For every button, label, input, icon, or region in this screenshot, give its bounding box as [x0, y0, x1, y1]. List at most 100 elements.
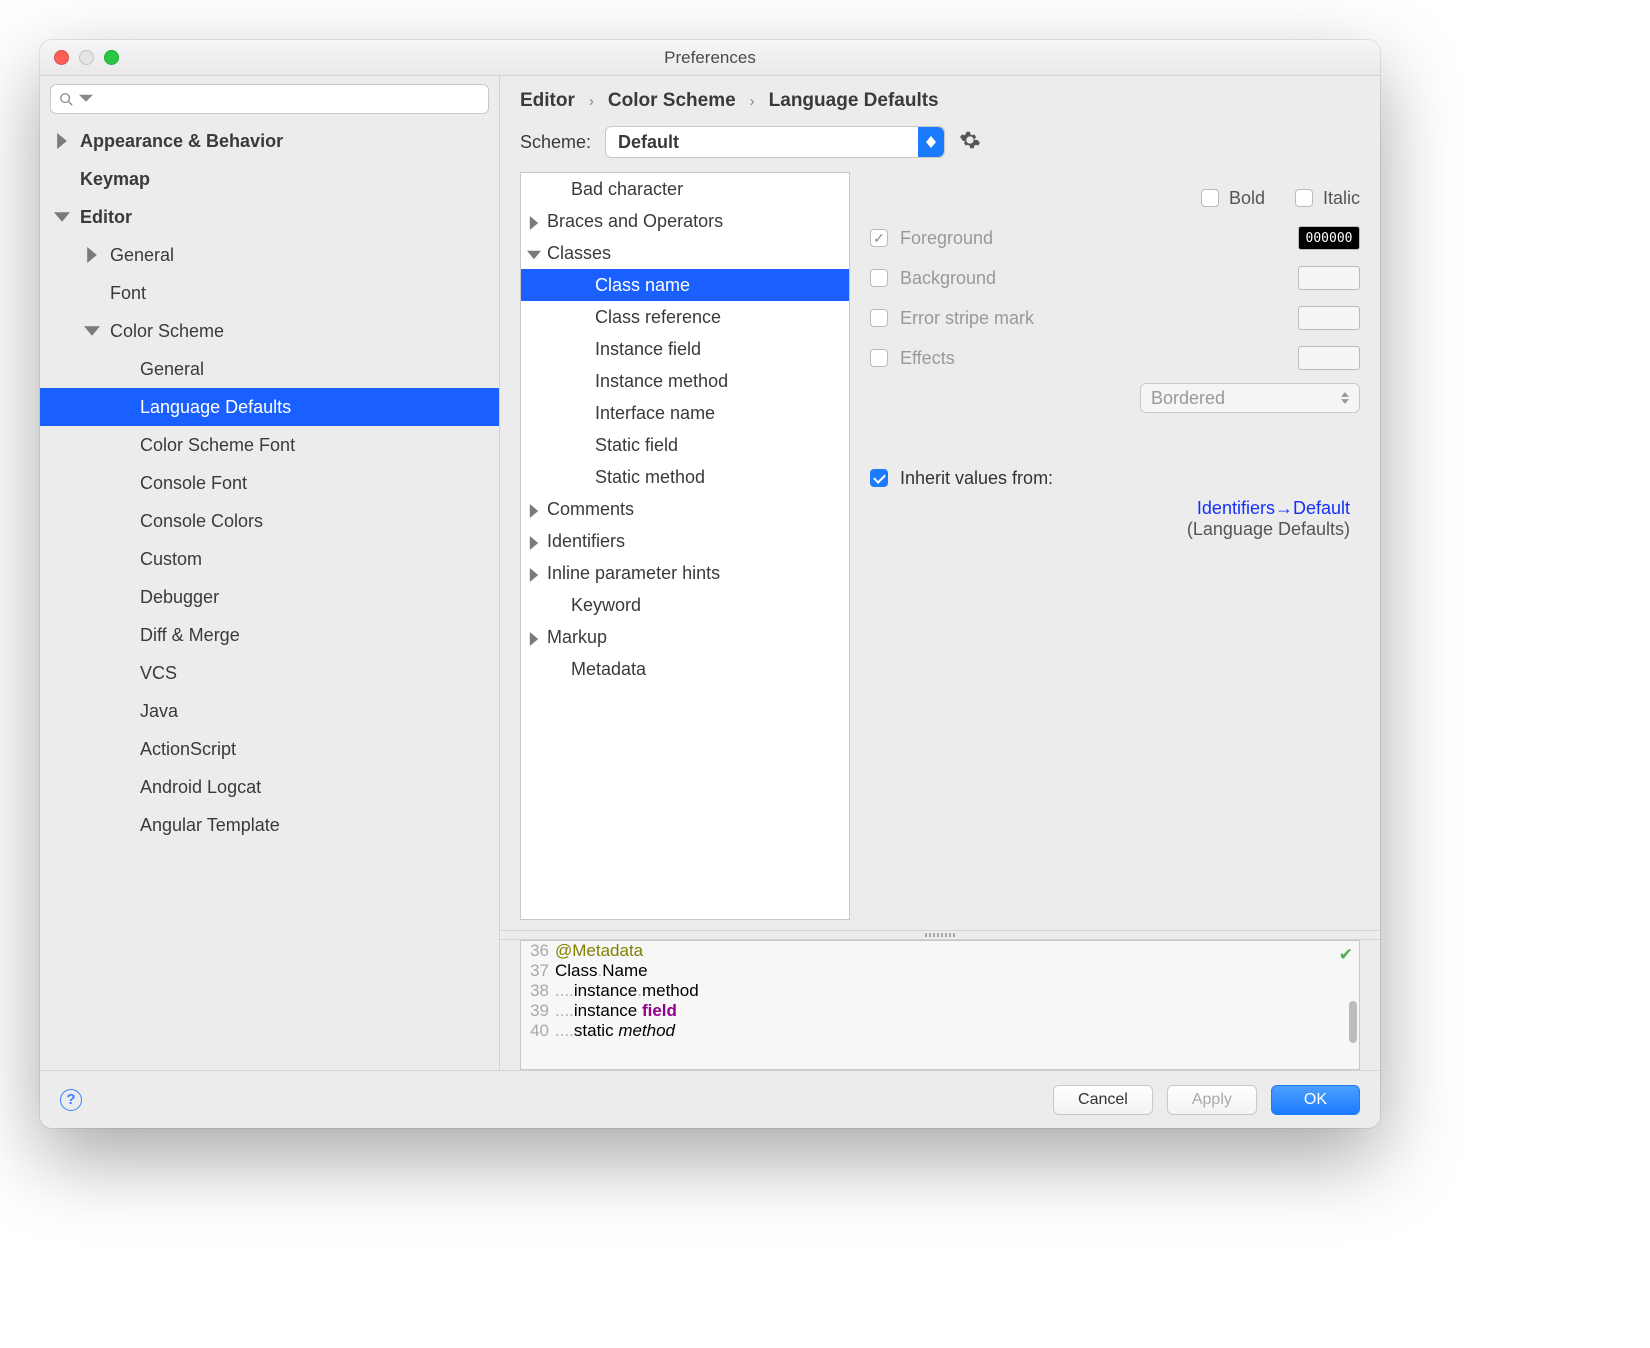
- chevron-right-icon: ›: [750, 93, 755, 110]
- attribute-item-label: Static field: [595, 435, 678, 456]
- minimize-icon[interactable]: [79, 50, 94, 65]
- attribute-item[interactable]: Bad character: [521, 173, 849, 205]
- sidebar-item[interactable]: Color Scheme: [40, 312, 499, 350]
- inherit-checkbox[interactable]: [870, 469, 888, 487]
- sidebar-item-label: Color Scheme Font: [140, 435, 295, 456]
- scheme-select[interactable]: Default: [605, 126, 945, 158]
- updown-icon: [1341, 392, 1349, 404]
- sidebar-item-label: Debugger: [140, 587, 219, 608]
- sidebar-item[interactable]: General: [40, 236, 499, 274]
- code-segment: Class: [555, 961, 598, 981]
- sidebar-item[interactable]: Android Logcat: [40, 768, 499, 806]
- foreground-checkbox[interactable]: [870, 229, 888, 247]
- spacer: [114, 361, 130, 377]
- disclosure-down-icon: [84, 323, 100, 339]
- inherit-link[interactable]: Identifiers→Default: [870, 498, 1360, 519]
- attribute-item[interactable]: Braces and Operators: [521, 205, 849, 237]
- attribute-item-label: Metadata: [571, 659, 646, 680]
- chevron-down-icon: [79, 92, 93, 106]
- sidebar-item[interactable]: General: [40, 350, 499, 388]
- foreground-swatch[interactable]: 000000: [1298, 226, 1360, 250]
- disclosure-right-icon: [527, 534, 541, 548]
- spacer: [114, 437, 130, 453]
- attribute-item-label: Bad character: [571, 179, 683, 200]
- code-segment: ....: [555, 981, 574, 1001]
- gear-icon[interactable]: [959, 129, 981, 156]
- attribute-item[interactable]: Class reference: [521, 301, 849, 333]
- sidebar-item[interactable]: Java: [40, 692, 499, 730]
- sidebar-item[interactable]: Appearance & Behavior: [40, 122, 499, 160]
- ok-button[interactable]: OK: [1271, 1085, 1360, 1115]
- attribute-item[interactable]: Instance method: [521, 365, 849, 397]
- attribute-item[interactable]: Markup: [521, 621, 849, 653]
- spacer: [114, 475, 130, 491]
- sidebar-item-label: Keymap: [80, 169, 150, 190]
- help-button[interactable]: ?: [60, 1089, 82, 1111]
- sidebar-item[interactable]: VCS: [40, 654, 499, 692]
- italic-checkbox[interactable]: [1295, 189, 1313, 207]
- sidebar-item-label: Android Logcat: [140, 777, 261, 798]
- errorstripe-swatch[interactable]: [1298, 306, 1360, 330]
- sidebar-item[interactable]: Diff & Merge: [40, 616, 499, 654]
- zoom-icon[interactable]: [104, 50, 119, 65]
- attribute-item[interactable]: Static field: [521, 429, 849, 461]
- scheme-value: Default: [606, 132, 691, 153]
- effects-type-select[interactable]: Bordered: [1140, 383, 1360, 413]
- attribute-item-label: Interface name: [595, 403, 715, 424]
- code-segment: static: [574, 1021, 618, 1041]
- effects-swatch[interactable]: [1298, 346, 1360, 370]
- attribute-item-label: Instance field: [595, 339, 701, 360]
- errorstripe-label: Error stripe mark: [900, 308, 1034, 329]
- preview-editor: ✔ 36@Metadata37Class.Name38....instance.…: [520, 940, 1360, 1070]
- cancel-button[interactable]: Cancel: [1053, 1085, 1153, 1115]
- sidebar-item[interactable]: Console Colors: [40, 502, 499, 540]
- close-icon[interactable]: [54, 50, 69, 65]
- spacer: [575, 470, 589, 484]
- attribute-item[interactable]: Static method: [521, 461, 849, 493]
- sidebar-item[interactable]: ActionScript: [40, 730, 499, 768]
- sidebar-item[interactable]: Font: [40, 274, 499, 312]
- background-checkbox[interactable]: [870, 269, 888, 287]
- attribute-item[interactable]: Keyword: [521, 589, 849, 621]
- disclosure-right-icon: [527, 630, 541, 644]
- sidebar-item[interactable]: Debugger: [40, 578, 499, 616]
- attribute-item[interactable]: Interface name: [521, 397, 849, 429]
- attribute-item[interactable]: Classes: [521, 237, 849, 269]
- errorstripe-checkbox[interactable]: [870, 309, 888, 327]
- spacer: [84, 285, 100, 301]
- splitter-grip[interactable]: [500, 930, 1380, 940]
- sidebar-item[interactable]: Keymap: [40, 160, 499, 198]
- line-number: 40: [521, 1021, 555, 1041]
- sidebar-item[interactable]: Color Scheme Font: [40, 426, 499, 464]
- spacer: [551, 182, 565, 196]
- attribute-item[interactable]: Comments: [521, 493, 849, 525]
- sidebar-item[interactable]: Custom: [40, 540, 499, 578]
- code-segment: Name: [602, 961, 647, 981]
- bold-checkbox[interactable]: [1201, 189, 1219, 207]
- sidebar-item[interactable]: Console Font: [40, 464, 499, 502]
- scrollbar[interactable]: [1349, 1001, 1357, 1043]
- attribute-item[interactable]: Identifiers: [521, 525, 849, 557]
- attribute-item[interactable]: Metadata: [521, 653, 849, 685]
- sidebar-item[interactable]: Editor: [40, 198, 499, 236]
- background-swatch[interactable]: [1298, 266, 1360, 290]
- sidebar: Appearance & BehaviorKeymapEditorGeneral…: [40, 76, 500, 1070]
- apply-button[interactable]: Apply: [1167, 1085, 1257, 1115]
- crumb-editor[interactable]: Editor: [520, 90, 575, 112]
- sidebar-item-label: Custom: [140, 549, 202, 570]
- crumb-colorscheme[interactable]: Color Scheme: [608, 90, 736, 112]
- spacer: [114, 779, 130, 795]
- sidebar-item[interactable]: Language Defaults: [40, 388, 499, 426]
- sidebar-item-label: Console Colors: [140, 511, 263, 532]
- spacer: [114, 665, 130, 681]
- disclosure-down-icon: [527, 246, 541, 260]
- sidebar-item[interactable]: Angular Template: [40, 806, 499, 844]
- spacer: [575, 310, 589, 324]
- sidebar-item-label: Font: [110, 283, 146, 304]
- attribute-item[interactable]: Class name: [521, 269, 849, 301]
- code-segment: method: [618, 1021, 675, 1041]
- effects-checkbox[interactable]: [870, 349, 888, 367]
- search-input[interactable]: [50, 84, 489, 114]
- attribute-item[interactable]: Inline parameter hints: [521, 557, 849, 589]
- attribute-item[interactable]: Instance field: [521, 333, 849, 365]
